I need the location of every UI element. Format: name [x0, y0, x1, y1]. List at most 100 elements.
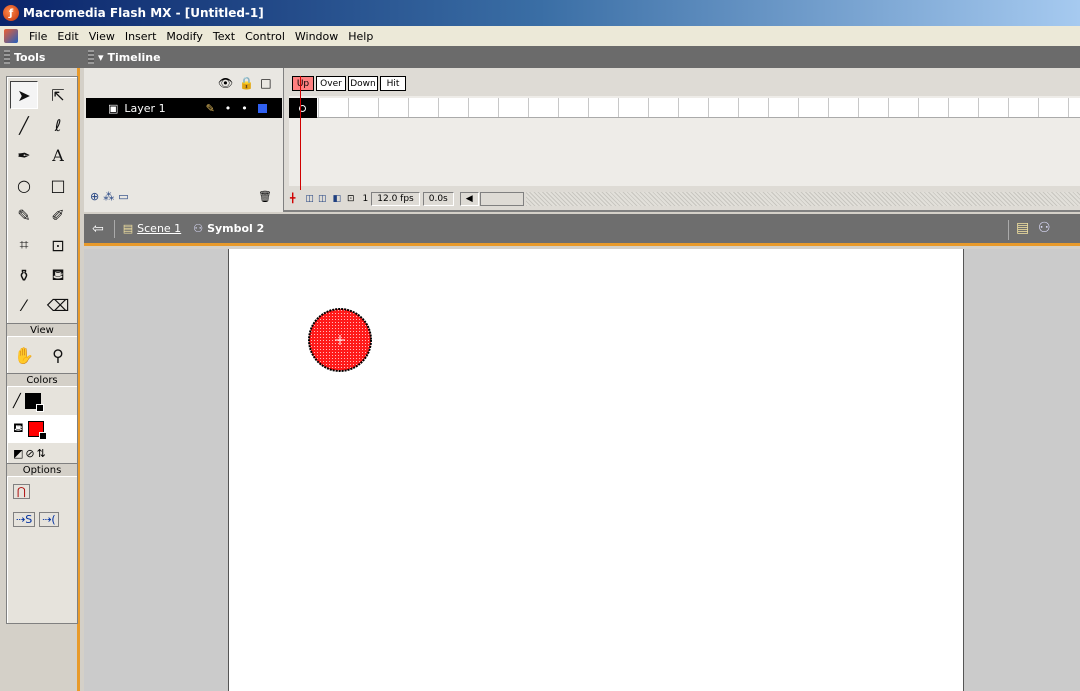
stage[interactable] [228, 249, 964, 691]
title-bar: ƒ Macromedia Flash MX - [Untitled-1] [0, 0, 1080, 26]
timeline-hscroll-track[interactable] [525, 192, 1080, 206]
lock-dot[interactable]: • [241, 102, 248, 115]
menu-view[interactable]: View [84, 30, 120, 43]
options-section-label: Options [7, 463, 77, 477]
menu-file[interactable]: File [24, 30, 52, 43]
menu-window[interactable]: Window [290, 30, 343, 43]
grip-icon[interactable] [88, 50, 94, 64]
snap-magnet-icon[interactable]: ⋂ [13, 483, 31, 499]
oval-tool-icon[interactable]: ○ [10, 171, 38, 199]
smooth-icon[interactable]: ⇢S [13, 511, 36, 527]
state-down[interactable]: Down [348, 76, 378, 91]
frame-rate: 12.0 fps [371, 192, 420, 206]
onion-skin-icon[interactable]: ◫ [305, 194, 314, 204]
options-row-2: ⇢S ⇢( [7, 505, 77, 533]
stroke-pencil-icon: ╱ [13, 393, 21, 409]
menu-bar: File Edit View Insert Modify Text Contro… [0, 26, 1080, 46]
arrow-tool-icon[interactable]: ➤ [10, 81, 38, 109]
timeline-status-bar: ╋ ◫ ◫ ◧ ⊡ 1 12.0 fps 0.0s ◀ [84, 188, 1080, 210]
grip-icon[interactable] [4, 50, 10, 64]
fill-color-swatch[interactable] [27, 421, 47, 440]
modify-onion-markers-icon[interactable]: ⊡ [347, 194, 355, 204]
tools-panel: ➤ ⇱ ╱ ℓ ✒ A ○ □ ✎ ✐ ⌗ ⊡ ⚱ ⛾ ⁄ ⌫ View ✋ ⚲… [0, 68, 80, 691]
subselect-tool-icon[interactable]: ⇱ [44, 81, 72, 109]
center-frame-icon[interactable]: ╋ [290, 194, 295, 204]
lock-icon[interactable]: 🔒 [239, 76, 254, 90]
work-area [84, 249, 1080, 691]
edit-bar-right-divider [1008, 220, 1009, 240]
timeline-panel-header[interactable]: ▾ Timeline [84, 46, 161, 68]
lasso-tool-icon[interactable]: ℓ [44, 111, 72, 139]
default-colors-icon[interactable]: ◩ [13, 447, 23, 460]
swap-colors-icon[interactable]: ⇅ [37, 447, 46, 460]
tools-panel-header[interactable]: Tools [0, 46, 80, 68]
paint-bucket-tool-icon[interactable]: ⛾ [44, 261, 72, 289]
pen-tool-icon[interactable]: ✒ [10, 141, 38, 169]
panel-header-strip: Tools ▾ Timeline [0, 46, 1080, 68]
line-tool-icon[interactable]: ╱ [10, 111, 38, 139]
scene-icon: ▤ [122, 222, 134, 235]
stroke-color-swatch[interactable] [24, 393, 44, 412]
current-frame: 1 [362, 194, 369, 204]
frames-area[interactable] [289, 96, 1080, 186]
rectangle-tool-icon[interactable]: □ [44, 171, 72, 199]
elapsed-time: 0.0s [422, 192, 454, 206]
text-tool-icon[interactable]: A [44, 141, 72, 169]
ink-bottle-tool-icon[interactable]: ⚱ [10, 261, 38, 289]
window-title: Macromedia Flash MX - [Untitled-1] [23, 6, 264, 20]
collapse-arrow-icon[interactable]: ▾ [98, 51, 104, 64]
edit-symbols-icon[interactable]: ⚇ [1038, 220, 1051, 236]
layer-frame-row[interactable] [289, 98, 1080, 118]
playhead[interactable] [300, 76, 301, 190]
view-tools: ✋ ⚲ [7, 337, 77, 373]
crumb-divider [113, 219, 115, 238]
stroke-color-row: ╱ [7, 387, 77, 415]
outline-color-box[interactable] [257, 103, 267, 113]
brush-tool-icon[interactable]: ✐ [44, 201, 72, 229]
pencil-tool-icon[interactable]: ✎ [10, 201, 38, 229]
back-arrow-icon[interactable]: ⇦ [92, 221, 104, 237]
no-color-icon[interactable]: ⊘ [25, 447, 34, 460]
scene-link[interactable]: Scene 1 [137, 222, 181, 235]
outline-icon[interactable]: □ [260, 76, 271, 90]
fill-color-row: ⛾ [7, 415, 77, 443]
edit-scene-icon[interactable]: ▤ [1016, 220, 1029, 236]
fill-bucket-icon: ⛾ [13, 420, 24, 436]
onion-skin-outlines-icon[interactable]: ◫ [318, 194, 327, 204]
menu-insert[interactable]: Insert [120, 30, 162, 43]
tool-grid: ➤ ⇱ ╱ ℓ ✒ A ○ □ ✎ ✐ ⌗ ⊡ ⚱ ⛾ ⁄ ⌫ [7, 77, 77, 323]
stage-canvas [308, 308, 372, 372]
edit-multiple-frames-icon[interactable]: ◧ [332, 194, 341, 204]
menu-edit[interactable]: Edit [52, 30, 83, 43]
document-icon[interactable] [4, 29, 18, 43]
menu-control[interactable]: Control [240, 30, 290, 43]
state-up[interactable]: Up [292, 76, 314, 91]
fill-transform-tool-icon[interactable]: ⊡ [44, 231, 72, 259]
tools-title: Tools [14, 50, 46, 64]
menu-help[interactable]: Help [343, 30, 378, 43]
layer-icon: ▣ [108, 101, 119, 115]
visibility-dot[interactable]: • [225, 102, 232, 115]
free-transform-tool-icon[interactable]: ⌗ [10, 231, 38, 259]
colors-section-label: Colors [7, 373, 77, 387]
breadcrumb: ▤ Scene 1 ⚇ Symbol 2 [123, 222, 265, 235]
straighten-icon[interactable]: ⇢( [39, 511, 59, 527]
state-over[interactable]: Over [316, 76, 346, 91]
state-hit[interactable]: Hit [380, 76, 406, 91]
eraser-tool-icon[interactable]: ⌫ [44, 291, 72, 319]
scroll-left-arrow-icon[interactable]: ◀ [459, 192, 479, 206]
timeline-title: Timeline [107, 50, 161, 64]
eye-icon[interactable]: 👁 [218, 76, 233, 90]
symbol-name: Symbol 2 [207, 222, 265, 235]
timeline-panel: 👁 🔒 □ ▣ Layer 1 ✎ • • ⊕ ⁂ ▭ 🗑 Up Over Do… [84, 68, 1080, 212]
eyedropper-tool-icon[interactable]: ⁄ [10, 291, 38, 319]
hand-tool-icon[interactable]: ✋ [10, 341, 38, 369]
timeline-hscroll[interactable] [479, 192, 524, 206]
layer-header-icons: 👁 🔒 □ [218, 76, 272, 90]
menu-modify[interactable]: Modify [161, 30, 207, 43]
layer-row[interactable]: ▣ Layer 1 ✎ • • [86, 98, 282, 118]
pencil-edit-icon: ✎ [205, 101, 215, 115]
keyframe-cell[interactable] [289, 98, 317, 118]
zoom-tool-icon[interactable]: ⚲ [44, 341, 72, 369]
menu-text[interactable]: Text [208, 30, 240, 43]
